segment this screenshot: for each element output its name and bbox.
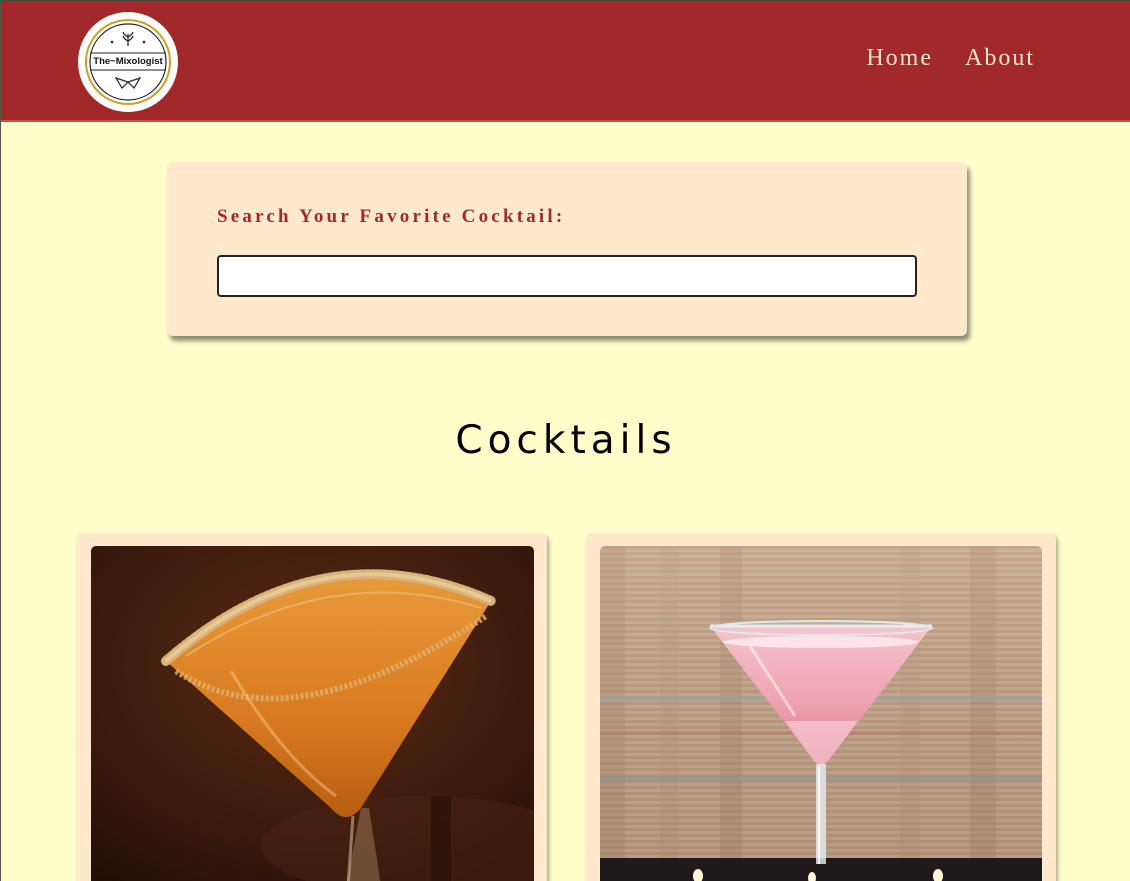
- nav-about-link[interactable]: About: [965, 45, 1035, 72]
- search-label: Search Your Favorite Cocktail:: [217, 206, 566, 227]
- main-nav: Home About: [866, 45, 1035, 72]
- top-navbar: The~Mixologist Home About: [1, 0, 1130, 122]
- cocktail-image-amber-martini[interactable]: [91, 546, 534, 881]
- search-input[interactable]: [217, 255, 917, 297]
- cocktail-card[interactable]: [586, 533, 1056, 881]
- pink-martini-photo: [600, 546, 1042, 881]
- mixologist-logo[interactable]: The~Mixologist: [78, 12, 178, 112]
- cocktail-image-pink-martini[interactable]: [600, 546, 1042, 881]
- amber-martini-photo: [91, 546, 534, 881]
- cocktail-card[interactable]: [77, 533, 547, 881]
- nav-home-link[interactable]: Home: [866, 45, 933, 72]
- search-panel: Search Your Favorite Cocktail:: [167, 162, 967, 336]
- logo-text: The~Mixologist: [93, 56, 163, 67]
- page-title: Cocktails: [455, 418, 677, 463]
